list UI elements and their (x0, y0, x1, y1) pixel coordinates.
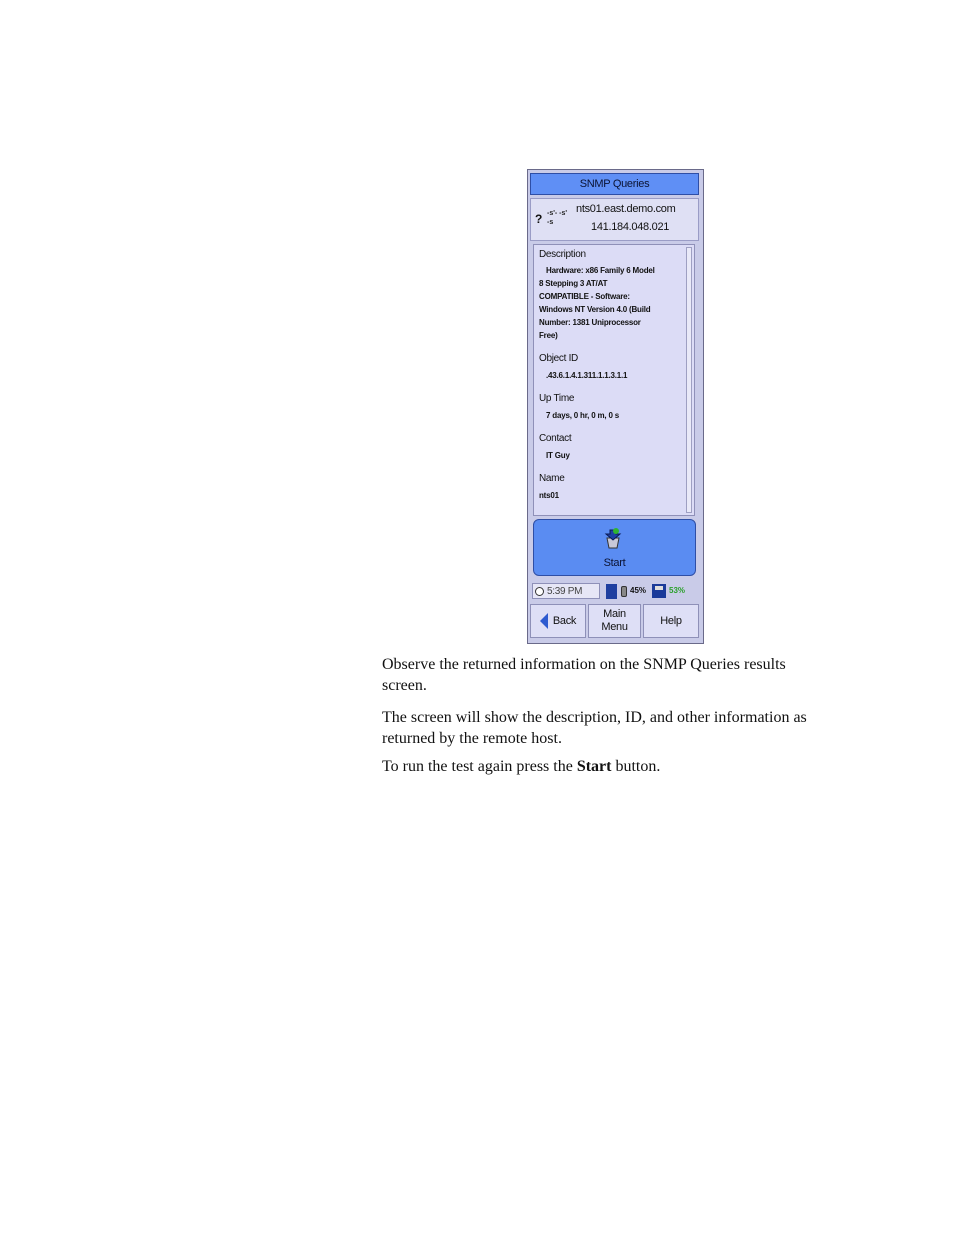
clock-icon (535, 586, 544, 596)
back-button[interactable]: Back (530, 604, 586, 638)
field-label-contact: Contact (539, 433, 572, 444)
host-icon-fraction-top: -s'- -s' (547, 210, 568, 217)
instruction-paragraph-2: The screen will show the description, ID… (382, 709, 807, 747)
bottom-nav: Back Main Menu Help (530, 604, 701, 640)
field-value-description-line: Windows NT Version 4.0 (Build (539, 305, 651, 314)
host-icon-fraction: -s'- -s' -s (547, 209, 567, 227)
start-button-label: Start (603, 557, 626, 569)
start-button[interactable]: Start (533, 519, 696, 576)
field-value-up-time: 7 days, 0 hr, 0 m, 0 s (546, 411, 619, 420)
help-button-label: Help (660, 614, 682, 627)
instruction-paragraph-3: To run the test again press the Start bu… (382, 756, 832, 777)
p3-after: button. (611, 758, 661, 775)
device-screenshot: SNMP Queries ? -s'- -s' -s nts01.east.de… (527, 169, 704, 644)
field-value-description-line: COMPATIBLE - Software: (539, 292, 630, 301)
host-ip: 141.184.048.021 (591, 221, 670, 233)
status-bar: 5:39 PM 45% 53% (530, 582, 701, 601)
battery-icon (621, 586, 627, 597)
main-menu-line2: Menu (601, 621, 628, 633)
back-arrow-icon (539, 613, 548, 629)
field-label-up-time: Up Time (539, 393, 575, 404)
help-button[interactable]: Help (643, 604, 699, 638)
field-value-name: nts01 (539, 491, 559, 500)
host-icon-fraction-bottom: -s (547, 219, 554, 226)
disk-icon (652, 584, 666, 598)
status-time: 5:39 PM (532, 583, 600, 599)
start-test-icon (604, 528, 622, 549)
field-value-description-line: Hardware: x86 Family 6 Model (546, 266, 655, 275)
field-value-contact: IT Guy (546, 451, 570, 460)
network-host-icon: ? -s'- -s' -s (535, 209, 569, 231)
field-value-description-line: Free) (539, 331, 558, 340)
host-panel: ? -s'- -s' -s nts01.east.demo.com 141.18… (530, 198, 699, 241)
host-icon-question: ? (535, 212, 543, 226)
host-name: nts01.east.demo.com (576, 203, 676, 215)
main-menu-button-label: Main Menu (601, 608, 628, 634)
field-label-object-id: Object ID (539, 353, 578, 364)
instruction-paragraph-1: Observe the returned information on the … (382, 656, 786, 694)
time-text: 5:39 PM (547, 585, 583, 597)
back-button-label: Back (552, 614, 577, 627)
results-panel[interactable]: Description Hardware: x86 Family 6 Model… (533, 244, 695, 516)
field-value-description-line: Number: 1381 Uniprocessor (539, 318, 641, 327)
screen-title: SNMP Queries (530, 173, 699, 195)
results-scrollbar[interactable] (686, 247, 692, 513)
field-value-description-line: 8 Stepping 3 AT/AT (539, 279, 608, 288)
disk-percent: 53% (669, 586, 686, 595)
p3-start-word: Start (576, 758, 612, 775)
field-label-name: Name (539, 473, 565, 484)
battery-percent: 45% (630, 586, 647, 595)
main-menu-button[interactable]: Main Menu (588, 604, 641, 638)
device-icon (606, 584, 617, 599)
main-menu-line1: Main (603, 608, 626, 620)
field-label-description: Description (539, 249, 586, 260)
p3-before: To run the test again press the (382, 758, 577, 775)
field-value-object-id: .43.6.1.4.1.311.1.1.3.1.1 (546, 371, 628, 380)
